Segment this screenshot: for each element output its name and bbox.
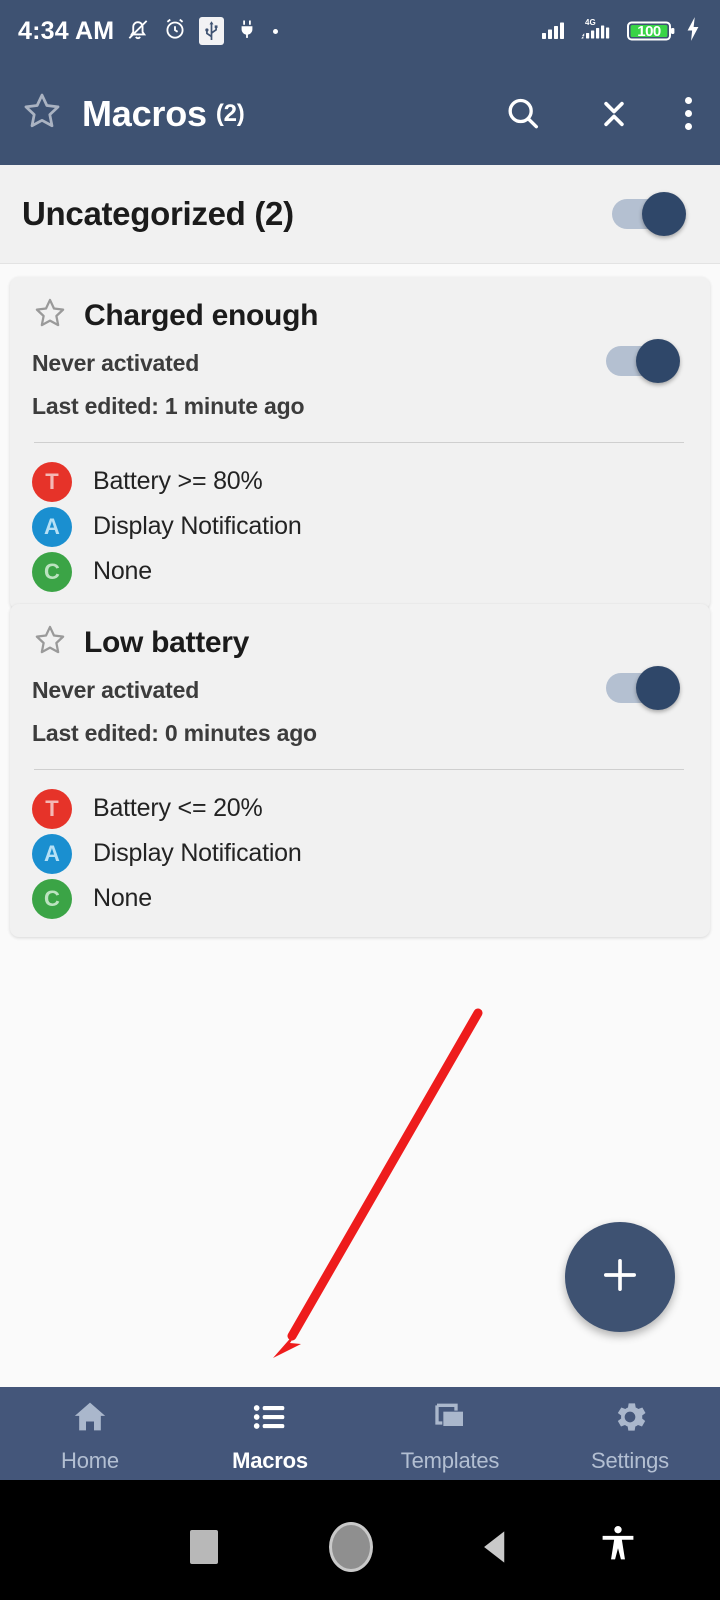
back-button[interactable] — [474, 1525, 518, 1574]
svg-text:4G: 4G — [585, 18, 596, 27]
nav-item-settings[interactable]: Settings — [540, 1387, 720, 1480]
macro-title: Low battery — [84, 625, 250, 659]
macro-status: Never activated — [32, 677, 200, 703]
trigger-text: Battery >= 80% — [93, 467, 263, 495]
app-screen: 4:34 AM 4G 100 Macros (2) Uncategorized … — [0, 0, 720, 1600]
nav-label-macros: Macros — [232, 1448, 308, 1473]
trigger-badge: T — [32, 461, 72, 502]
home-icon — [70, 1397, 110, 1442]
macro-last-edited: Last edited: 1 minute ago — [32, 393, 305, 419]
macro-summary-rows: T Battery <= 20% A Display Notification … — [32, 786, 688, 921]
action-text: Display Notification — [93, 512, 302, 540]
nav-label-settings: Settings — [591, 1448, 669, 1473]
macro-card-header: Low battery Never activated Last edited:… — [32, 622, 688, 747]
constraint-text: None — [93, 557, 152, 585]
macro-card[interactable]: Low battery Never activated Last edited:… — [10, 604, 710, 937]
macro-status: Never activated — [32, 350, 200, 376]
macro-toggle[interactable] — [606, 339, 680, 383]
signal-icon — [541, 17, 569, 46]
nav-item-macros[interactable]: Macros — [180, 1387, 360, 1480]
trigger-text: Battery <= 20% — [93, 794, 263, 822]
status-time: 4:34 AM — [18, 16, 115, 45]
macro-last-edited: Last edited: 0 minutes ago — [32, 720, 317, 746]
toggle-thumb — [636, 339, 680, 383]
overflow-menu-icon[interactable] — [685, 97, 692, 130]
category-header-uncategorized[interactable]: Uncategorized (2) — [0, 165, 720, 264]
macro-trigger-row: T Battery >= 80% — [32, 459, 688, 504]
macro-toggle[interactable] — [606, 666, 680, 710]
category-title: Uncategorized (2) — [22, 195, 294, 232]
macro-title-row: Charged enough — [32, 295, 606, 336]
card-divider — [34, 769, 684, 770]
macro-count: (2) — [215, 99, 245, 127]
plug-icon — [235, 17, 259, 46]
battery-level: 100 — [637, 22, 661, 40]
macro-action-row: A Display Notification — [32, 831, 688, 876]
constraint-badge: C — [32, 878, 72, 919]
gear-icon — [610, 1397, 650, 1442]
status-bar: 4:34 AM 4G 100 — [0, 0, 720, 62]
macro-card-info: Low battery Never activated Last edited:… — [32, 622, 606, 747]
dot-icon — [273, 28, 279, 34]
search-icon[interactable] — [503, 94, 543, 134]
bottom-navigation: Home Macros Templates Settings — [0, 1387, 720, 1480]
macro-summary-rows: T Battery >= 80% A Display Notification … — [32, 459, 688, 594]
action-badge: A — [32, 506, 72, 547]
alarm-icon — [162, 16, 188, 47]
battery-icon: 100 — [627, 19, 675, 43]
plus-icon — [597, 1252, 643, 1303]
action-badge: A — [32, 833, 72, 874]
trigger-badge: T — [32, 788, 72, 829]
toggle-thumb — [636, 666, 680, 710]
star-outline-icon[interactable] — [32, 295, 68, 336]
toggle-thumb — [642, 192, 686, 236]
card-divider — [34, 442, 684, 443]
category-toggle[interactable] — [612, 192, 686, 236]
nav-item-home[interactable]: Home — [0, 1387, 180, 1480]
list-icon — [250, 1397, 290, 1442]
constraint-badge: C — [32, 551, 72, 592]
status-bar-right: 4G 100 — [541, 16, 702, 47]
app-toolbar: Macros (2) — [0, 62, 720, 165]
macro-card[interactable]: Charged enough Never activated Last edit… — [10, 277, 710, 610]
status-bar-left: 4:34 AM — [18, 16, 279, 47]
accessibility-button[interactable] — [596, 1522, 640, 1571]
star-outline-icon[interactable] — [20, 89, 64, 138]
macro-card-info: Charged enough Never activated Last edit… — [32, 295, 606, 420]
macro-title-row: Low battery — [32, 622, 606, 663]
charging-bolt-icon — [684, 16, 702, 47]
nav-item-templates[interactable]: Templates — [360, 1387, 540, 1480]
constraint-text: None — [93, 884, 152, 912]
collapse-all-icon[interactable] — [595, 95, 633, 133]
macro-constraint-row: C None — [32, 549, 688, 594]
home-button[interactable] — [329, 1522, 373, 1572]
bell-muted-icon — [125, 16, 151, 47]
nav-label-templates: Templates — [400, 1448, 500, 1473]
recents-button[interactable] — [190, 1530, 218, 1564]
signal-4g-icon: 4G — [578, 16, 618, 47]
templates-icon — [430, 1397, 470, 1442]
toolbar-actions — [503, 94, 698, 134]
nav-label-home: Home — [61, 1448, 119, 1473]
macro-constraint-row: C None — [32, 876, 688, 921]
add-macro-button[interactable] — [565, 1222, 675, 1332]
action-text: Display Notification — [93, 839, 302, 867]
page-title: Macros — [82, 92, 207, 134]
system-navigation-bar — [0, 1480, 720, 1600]
usb-icon — [199, 17, 225, 45]
macro-card-header: Charged enough Never activated Last edit… — [32, 295, 688, 420]
macro-action-row: A Display Notification — [32, 504, 688, 549]
macro-title: Charged enough — [84, 298, 319, 332]
macro-trigger-row: T Battery <= 20% — [32, 786, 688, 831]
star-outline-icon[interactable] — [32, 622, 68, 663]
